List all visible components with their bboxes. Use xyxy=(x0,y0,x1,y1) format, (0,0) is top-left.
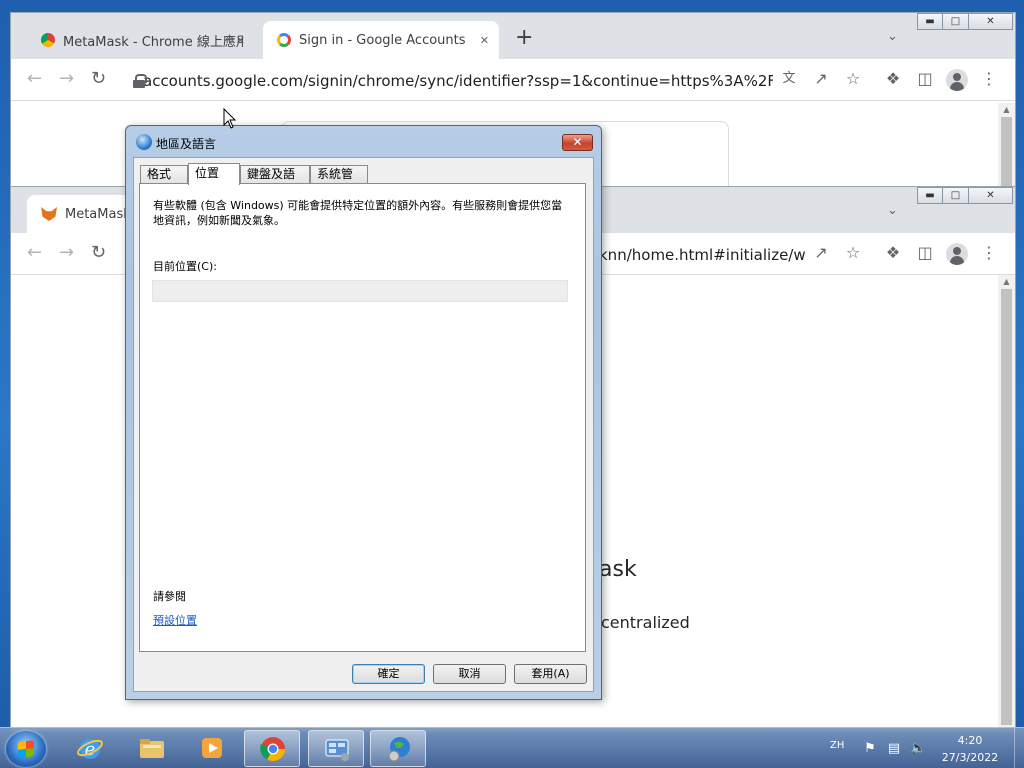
region-language-dialog: 地區及語言 ✕ 格式 位置 鍵盤及語言 系統管理 有些軟體 (包含 Window… xyxy=(125,125,602,700)
tab-strip: MetaMask - Chrome 線上應用程 ✕ Sign in - Goog… xyxy=(11,13,1015,59)
window-controls: ▬ □ ✕ xyxy=(917,13,1013,30)
folder-icon xyxy=(140,739,164,758)
tab-close-icon[interactable]: ✕ xyxy=(480,34,489,47)
globe-icon xyxy=(388,737,410,762)
show-desktop-button[interactable] xyxy=(1014,728,1024,768)
close-icon[interactable]: ✕ xyxy=(562,134,593,151)
tab-title: MetaMask xyxy=(65,206,131,222)
url-text: knn/home.html#initialize/we... xyxy=(599,246,805,264)
clock-date: 27/3/2022 xyxy=(941,751,999,764)
star-icon[interactable]: ☆ xyxy=(843,244,863,262)
media-player-icon xyxy=(202,738,222,758)
address-bar[interactable]: accounts.google.com/signin/chrome/sync/i… xyxy=(133,69,773,93)
arrow-right-icon[interactable]: → xyxy=(59,243,74,263)
location-description: 有些軟體 (包含 Windows) 可能會提供特定位置的額外內容。有些服務則會提… xyxy=(153,199,563,227)
taskbar-chrome[interactable] xyxy=(244,730,300,767)
kebab-menu-icon[interactable]: ⋮ xyxy=(979,70,999,88)
clock[interactable]: 4:20 27/3/2022 xyxy=(940,732,1000,766)
new-tab-icon[interactable]: + xyxy=(515,27,533,49)
maximize-icon[interactable]: □ xyxy=(943,13,969,30)
cancel-button[interactable]: 取消 xyxy=(433,664,506,684)
kebab-menu-icon[interactable]: ⋮ xyxy=(979,244,999,262)
reload-icon[interactable]: ↻ xyxy=(91,69,106,89)
scroll-up-icon[interactable]: ▲ xyxy=(998,103,1015,117)
scroll-thumb[interactable] xyxy=(1001,117,1012,197)
tab-search-chevron-icon[interactable]: ⌄ xyxy=(887,29,898,44)
taskbar-region-language[interactable] xyxy=(370,730,426,767)
share-icon[interactable]: ↗ xyxy=(811,70,831,88)
arrow-left-icon[interactable]: ← xyxy=(27,69,42,89)
google-g-icon xyxy=(277,33,291,47)
dialog-body: 格式 位置 鍵盤及語言 系統管理 有些軟體 (包含 Windows) 可能會提供… xyxy=(133,157,594,692)
taskbar-ie[interactable]: e xyxy=(62,730,118,767)
tab-close-icon[interactable]: ✕ xyxy=(236,34,245,47)
tab-keyboards-languages[interactable]: 鍵盤及語言 xyxy=(240,165,310,198)
action-center-flag-icon[interactable]: ⚑ xyxy=(862,741,878,757)
arrow-left-icon[interactable]: ← xyxy=(27,243,42,263)
address-bar[interactable]: knn/home.html#initialize/we... xyxy=(599,243,805,267)
volume-icon[interactable]: 🔈 xyxy=(910,741,926,757)
globe-icon xyxy=(136,134,152,150)
translate-icon[interactable]: 文 xyxy=(779,70,799,88)
dialog-titlebar[interactable]: 地區及語言 ✕ xyxy=(126,126,601,156)
reload-icon[interactable]: ↻ xyxy=(91,243,106,263)
tab-administrative[interactable]: 系統管理 xyxy=(310,165,368,198)
puzzle-icon[interactable]: ❖ xyxy=(883,244,903,262)
taskbar-control-panel[interactable] xyxy=(308,730,364,767)
welcome-subtitle: centralized xyxy=(601,613,690,632)
tab-formats[interactable]: 格式 xyxy=(140,165,188,184)
maximize-icon[interactable]: □ xyxy=(943,187,969,204)
mouse-cursor-icon xyxy=(223,108,237,129)
metamask-fox-icon xyxy=(41,207,57,221)
sidepanel-icon[interactable]: ◫ xyxy=(915,70,935,88)
taskbar-media-player[interactable] xyxy=(184,730,240,767)
apply-button[interactable]: 套用(A) xyxy=(514,664,587,684)
chrome-icon xyxy=(260,737,285,762)
tab-location[interactable]: 位置 xyxy=(188,163,240,185)
minimize-icon[interactable]: ▬ xyxy=(917,187,943,204)
profile-icon[interactable] xyxy=(946,243,968,265)
control-panel-icon xyxy=(325,739,349,761)
input-language-indicator[interactable]: ZH xyxy=(830,740,844,751)
current-location-select[interactable] xyxy=(152,280,568,302)
tab-search-chevron-icon[interactable]: ⌄ xyxy=(887,203,898,218)
puzzle-icon[interactable]: ❖ xyxy=(883,70,903,88)
profile-icon[interactable] xyxy=(946,69,968,91)
network-icon[interactable]: ▤ xyxy=(886,741,902,757)
close-window-icon[interactable]: ✕ xyxy=(969,187,1013,204)
close-window-icon[interactable]: ✕ xyxy=(969,13,1013,30)
browser-toolbar: ← → ↻ accounts.google.com/signin/chrome/… xyxy=(11,59,1015,101)
start-button[interactable] xyxy=(6,731,46,767)
window-controls: ▬ □ ✕ xyxy=(917,187,1013,204)
minimize-icon[interactable]: ▬ xyxy=(917,13,943,30)
scroll-up-icon[interactable]: ▲ xyxy=(998,275,1015,289)
chrome-web-store-icon xyxy=(41,33,55,47)
tab-title: MetaMask - Chrome 線上應用程 xyxy=(63,34,243,50)
clock-time: 4:20 xyxy=(957,734,983,747)
welcome-heading: ask xyxy=(599,557,637,582)
share-icon[interactable]: ↗ xyxy=(811,244,831,262)
current-location-label: 目前位置(C): xyxy=(153,260,217,273)
url-text: accounts.google.com/signin/chrome/sync/i… xyxy=(143,72,773,90)
default-location-link[interactable]: 預設位置 xyxy=(153,612,197,628)
star-icon[interactable]: ☆ xyxy=(843,70,863,88)
tab-metamask-store[interactable]: MetaMask - Chrome 線上應用程 ✕ xyxy=(27,21,255,59)
scrollbar[interactable]: ▲ xyxy=(998,275,1015,727)
see-also-label: 請參閱 xyxy=(153,590,186,603)
arrow-right-icon[interactable]: → xyxy=(59,69,74,89)
scroll-thumb[interactable] xyxy=(1001,289,1012,725)
dialog-title: 地區及語言 xyxy=(156,137,217,151)
taskbar-explorer[interactable] xyxy=(124,730,180,767)
tab-title: Sign in - Google Accounts xyxy=(299,32,466,48)
ok-button[interactable]: 確定 xyxy=(352,664,425,684)
sidepanel-icon[interactable]: ◫ xyxy=(915,244,935,262)
taskbar: e ZH ⚑ ▤ 🔈 4:20 27/3/2022 xyxy=(0,727,1024,768)
internet-explorer-icon: e xyxy=(77,739,103,760)
tab-google-signin[interactable]: Sign in - Google Accounts ✕ xyxy=(263,21,499,59)
location-panel: 有些軟體 (包含 Windows) 可能會提供特定位置的額外內容。有些服務則會提… xyxy=(139,183,586,652)
